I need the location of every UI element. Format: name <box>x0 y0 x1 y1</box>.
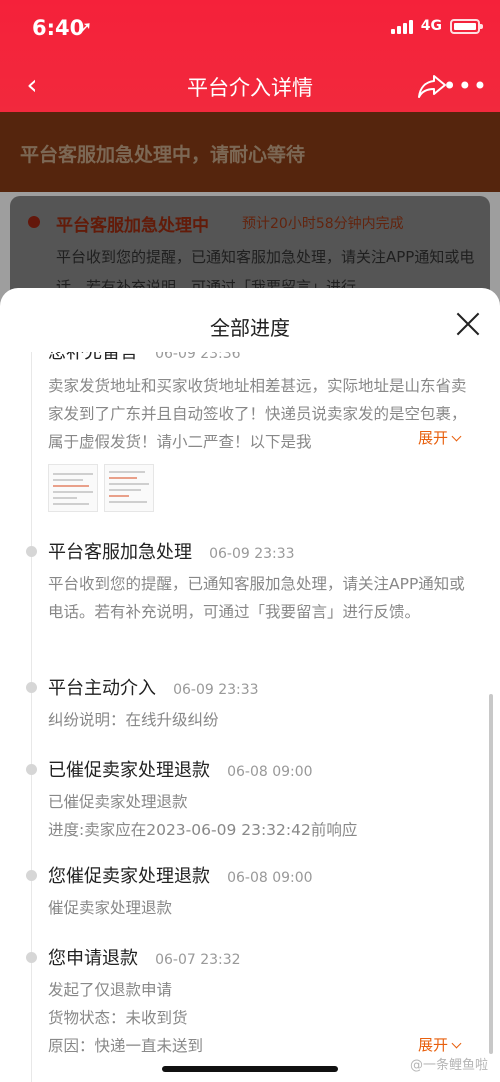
more-icon[interactable]: ••• <box>443 72 488 100</box>
network-type: 4G <box>420 18 442 34</box>
entry-time: 06-09 23:33 <box>173 682 259 698</box>
status-card-title: 平台客服加急处理中 <box>56 216 209 236</box>
entry-description: 催促卖家处理退款 <box>48 899 173 917</box>
chevron-down-icon <box>451 431 462 442</box>
expand-button[interactable]: 展开 <box>414 1034 462 1055</box>
signal-icon <box>390 18 413 34</box>
timeline-dot <box>26 546 37 557</box>
entry-description: 卖家发货地址和买家收货地址相差甚远，实际地址是山东省卖家发到了广东并且自动签收了… <box>48 377 467 451</box>
entry-time: 06-09 23:36 <box>155 352 241 362</box>
expand-label: 展开 <box>418 429 449 447</box>
attachment-image[interactable] <box>48 464 98 512</box>
entry-time: 06-08 09:00 <box>227 870 313 886</box>
attachment-thumbnails <box>48 464 158 512</box>
status-indicators: 4G <box>390 18 483 34</box>
close-icon[interactable] <box>452 308 484 340</box>
home-indicator[interactable] <box>162 1066 338 1072</box>
entry-title: 您申请退款 <box>48 948 138 969</box>
chevron-down-icon <box>451 1038 462 1049</box>
entry-description-line: 进度:卖家应在2023-06-09 23:32:42前响应 <box>48 821 358 839</box>
timeline-dot <box>26 682 37 693</box>
expand-label: 展开 <box>418 1036 449 1054</box>
entry-time: 06-08 09:00 <box>227 764 313 780</box>
location-arrow-icon: ➚ <box>78 18 93 38</box>
entry-title: 已催促卖家处理退款 <box>48 760 210 781</box>
entry-title: 平台主动介入 <box>48 678 156 699</box>
app-header: 6:40 ➚ 4G ‹ 平台介入详情 ••• <box>0 0 500 112</box>
entry-description-line: 发起了仅退款申请 <box>48 981 173 999</box>
sheet-title: 全部进度 <box>210 316 290 340</box>
timeline-dot <box>26 952 37 963</box>
expand-button[interactable]: 展开 <box>414 427 462 448</box>
entry-description-line: 已催促卖家处理退款 <box>48 793 188 811</box>
battery-icon <box>450 18 483 34</box>
progress-sheet: 全部进度 您补充留言 06-09 23:36 卖家发货地址和买家收货地址相差甚远… <box>0 288 500 1082</box>
entry-description: 平台收到您的提醒，已通知客服加急处理，请关注APP通知或电话。若有补充说明，可通… <box>48 575 465 621</box>
progress-timeline[interactable]: 您补充留言 06-09 23:36 卖家发货地址和买家收货地址相差甚远，实际地址… <box>0 352 500 1082</box>
timeline-dot <box>26 870 37 881</box>
timeline-dot <box>26 764 37 775</box>
status-card-eta: 预计20小时58分钟内完成 <box>242 216 404 232</box>
entry-title: 您补充留言 <box>48 352 138 363</box>
watermark: @一条鲤鱼啦 <box>409 1058 488 1073</box>
entry-time: 06-09 23:33 <box>209 546 295 562</box>
timeline-line <box>31 352 32 1082</box>
status-time: 6:40 <box>32 16 85 40</box>
entry-description-line: 货物状态：未收到货 <box>48 1009 188 1027</box>
status-dot-icon <box>28 216 40 228</box>
status-banner-text: 平台客服加急处理中，请耐心等待 <box>20 144 306 166</box>
status-bar: 6:40 ➚ 4G <box>0 0 500 60</box>
entry-title: 您催促卖家处理退款 <box>48 866 210 887</box>
scrollbar[interactable] <box>489 694 493 1054</box>
attachment-image[interactable] <box>104 464 154 512</box>
entry-description: 纠纷说明：在线升级纠纷 <box>48 711 219 729</box>
entry-time: 06-07 23:32 <box>155 952 241 968</box>
entry-title: 平台客服加急处理 <box>48 542 192 563</box>
